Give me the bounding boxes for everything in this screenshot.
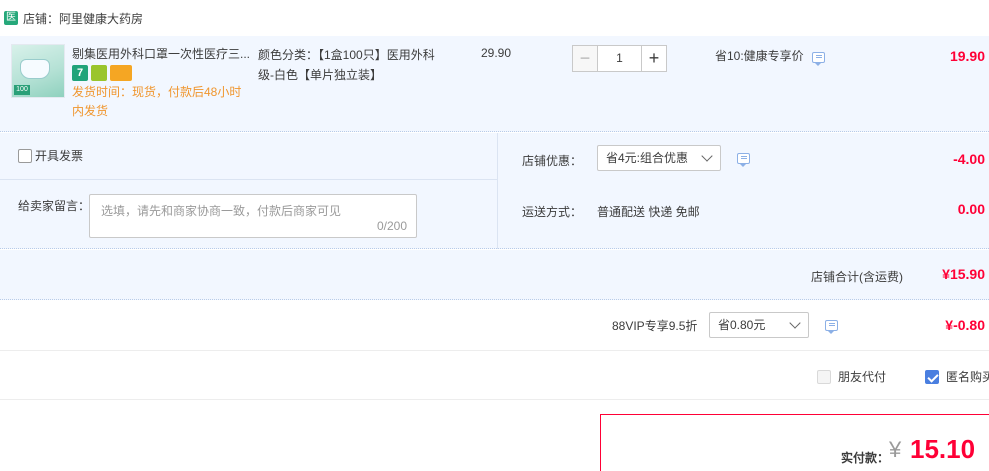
order-options-panel: 开具发票 给卖家留言： 选填，请先和商家协商一致，付款后商家可见 0/200 店… xyxy=(0,133,989,249)
payment-summary-box: 实付款： ¥ 15.10 xyxy=(600,414,989,471)
shop-promo-select[interactable]: 省4元:组合优惠 xyxy=(597,145,721,171)
options-vertical-divider xyxy=(497,133,498,249)
order-options-left: 开具发票 给卖家留言： 选填，请先和商家协商一致，付款后商家可见 0/200 xyxy=(0,133,497,249)
shipping-label: 运送方式： xyxy=(522,205,583,219)
payment-label: 实付款： xyxy=(841,451,890,465)
vip-discount-amount: ¥-0.80 xyxy=(945,317,985,333)
shop-header: 医 店铺：阿里健康大药房 xyxy=(0,0,989,36)
purchase-options-row: 朋友代付 匿名购买 xyxy=(0,352,989,400)
anonymous-label: 匿名购买 xyxy=(946,370,989,384)
subtotal-value: ¥15.90 xyxy=(942,266,985,282)
seven-day-return-icon[interactable]: 7 xyxy=(72,65,88,81)
invoice-label: 开具发票 xyxy=(35,149,84,163)
memo-label: 给卖家留言： xyxy=(18,199,91,213)
shipping-method: 普通配送 快递 免邮 xyxy=(597,205,700,219)
currency-symbol: ¥ xyxy=(889,437,902,462)
vip-selected: 省0.80元 xyxy=(718,318,766,332)
order-item-row: 100 剔集医用外科口罩一次性医疗三... 7 发货时间：现货，付款后48小时内… xyxy=(0,36,989,132)
unit-price: 29.90 xyxy=(481,46,512,60)
item-total-price: 19.90 xyxy=(949,48,985,64)
vip-label: 88VIP专享9.5折 xyxy=(612,319,698,333)
quantity-plus-button[interactable]: + xyxy=(641,45,667,72)
chevron-down-icon xyxy=(701,150,713,162)
friend-pay-option[interactable]: 朋友代付 xyxy=(817,368,886,385)
options-divider xyxy=(0,179,497,180)
sku-info: 颜色分类：【1盒100只】医用外科级-白色【单片独立装】 xyxy=(258,48,435,82)
shop-promo-selected: 省4元:组合优惠 xyxy=(606,151,689,165)
discount-info-chat-icon[interactable] xyxy=(812,52,825,66)
quantity-input[interactable]: 1 xyxy=(598,45,641,72)
product-thumbnail[interactable]: 100 xyxy=(11,44,65,98)
vip-info-chat-icon[interactable] xyxy=(825,320,838,334)
payment-amount: 15.10 xyxy=(910,434,976,464)
friend-pay-label: 朋友代付 xyxy=(838,370,887,384)
invoice-checkbox[interactable] xyxy=(18,148,32,163)
memo-char-count: 0/200 xyxy=(376,219,407,233)
chevron-down-icon xyxy=(789,317,801,329)
vip-discount-select[interactable]: 省0.80元 xyxy=(709,312,809,338)
pharmacy-badge-icon: 医 xyxy=(4,11,18,25)
shop-subtotal-row: 店铺合计(含运费) ¥15.90 xyxy=(0,250,989,300)
service-badges: 7 xyxy=(72,65,132,81)
friend-pay-checkbox[interactable] xyxy=(817,369,831,384)
thumb-count-tag: 100 xyxy=(14,85,30,95)
quantity-stepper: − 1 + xyxy=(572,45,667,72)
anonymous-purchase-option[interactable]: 匿名购买 xyxy=(925,368,989,385)
shop-promo-label: 店铺优惠： xyxy=(522,154,583,168)
quantity-minus-button[interactable]: − xyxy=(572,45,598,72)
memo-placeholder: 选填，请先和商家协商一致，付款后商家可见 xyxy=(101,204,342,218)
subtotal-label: 店铺合计(含运费) xyxy=(811,270,903,284)
promo-info-chat-icon[interactable] xyxy=(737,153,750,167)
shop-promo-amount: -4.00 xyxy=(953,151,985,167)
item-discount-text: 省10:健康专享价 xyxy=(715,49,804,63)
seller-memo-textarea[interactable]: 选填，请先和商家协商一致，付款后商家可见 0/200 xyxy=(89,194,417,238)
mask-image-icon xyxy=(20,59,50,79)
ship-time-note: 发货时间：现货，付款后48小时内发货 xyxy=(72,85,242,118)
invoice-option[interactable]: 开具发票 xyxy=(18,147,83,164)
anonymous-checkbox[interactable] xyxy=(925,369,939,384)
vip-discount-row: 88VIP专享9.5折 省0.80元 ¥-0.80 xyxy=(0,301,989,351)
shop-name-link[interactable]: 店铺：阿里健康大药房 xyxy=(23,10,143,27)
product-title-link[interactable]: 剔集医用外科口罩一次性医疗三... xyxy=(72,45,252,62)
credit-card-icon[interactable] xyxy=(110,65,132,81)
genuine-guarantee-icon[interactable] xyxy=(91,65,107,81)
shipping-amount: 0.00 xyxy=(957,201,985,217)
